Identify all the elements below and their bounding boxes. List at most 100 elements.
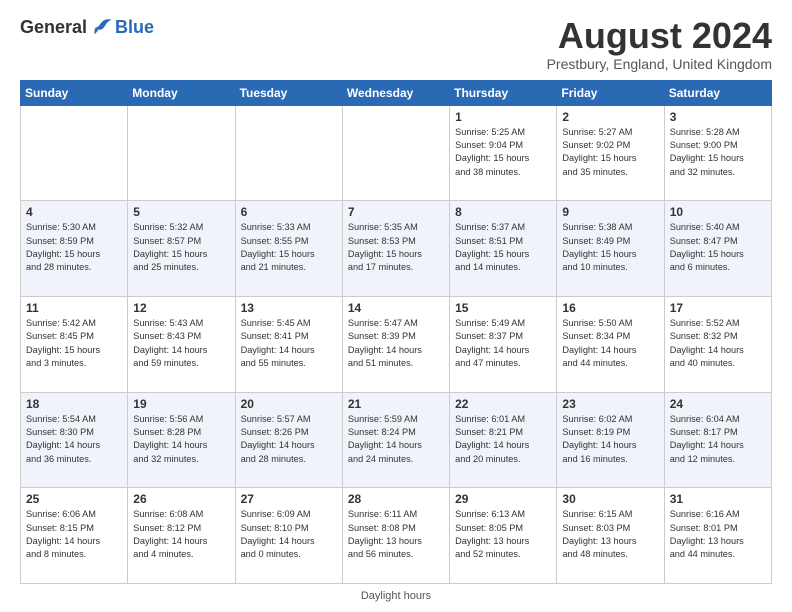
day-number: 30 — [562, 492, 658, 506]
calendar-cell: 4 Sunrise: 5:30 AM Sunset: 8:59 PM Daylig… — [21, 201, 128, 297]
day-of-week-header: Thursday — [450, 80, 557, 105]
day-number: 26 — [133, 492, 229, 506]
logo-blue-text: Blue — [115, 17, 154, 38]
day-info: Sunrise: 5:33 AM Sunset: 8:55 PM Dayligh… — [241, 221, 337, 274]
day-number: 5 — [133, 205, 229, 219]
day-info: Sunrise: 6:09 AM Sunset: 8:10 PM Dayligh… — [241, 508, 337, 561]
day-number: 19 — [133, 397, 229, 411]
day-number: 8 — [455, 205, 551, 219]
calendar-cell: 20 Sunrise: 5:57 AM Sunset: 8:26 PM Dayli… — [235, 392, 342, 488]
day-info: Sunrise: 6:16 AM Sunset: 8:01 PM Dayligh… — [670, 508, 766, 561]
day-number: 14 — [348, 301, 444, 315]
day-number: 9 — [562, 205, 658, 219]
page: General Blue August 2024 Prestbury, Engl… — [0, 0, 792, 612]
day-info: Sunrise: 5:59 AM Sunset: 8:24 PM Dayligh… — [348, 413, 444, 466]
day-number: 15 — [455, 301, 551, 315]
day-info: Sunrise: 5:52 AM Sunset: 8:32 PM Dayligh… — [670, 317, 766, 370]
calendar-cell — [342, 105, 449, 201]
day-number: 31 — [670, 492, 766, 506]
day-info: Sunrise: 5:30 AM Sunset: 8:59 PM Dayligh… — [26, 221, 122, 274]
day-info: Sunrise: 5:47 AM Sunset: 8:39 PM Dayligh… — [348, 317, 444, 370]
day-of-week-header: Friday — [557, 80, 664, 105]
day-info: Sunrise: 6:04 AM Sunset: 8:17 PM Dayligh… — [670, 413, 766, 466]
calendar-cell: 18Sunrise: 5:54 AM Sunset: 8:30 PM Dayli… — [21, 392, 128, 488]
calendar-cell: 15Sunrise: 5:49 AM Sunset: 8:37 PM Dayli… — [450, 296, 557, 392]
day-info: Sunrise: 5:50 AM Sunset: 8:34 PM Dayligh… — [562, 317, 658, 370]
footer: Daylight hours — [20, 590, 772, 602]
calendar-cell: 1 Sunrise: 5:25 AM Sunset: 9:04 PM Daylig… — [450, 105, 557, 201]
calendar-cell: 21 Sunrise: 5:59 AM Sunset: 8:24 PM Dayli… — [342, 392, 449, 488]
calendar-cell: 11Sunrise: 5:42 AM Sunset: 8:45 PM Dayli… — [21, 296, 128, 392]
location: Prestbury, England, United Kingdom — [547, 56, 772, 72]
day-number: 4 — [26, 205, 122, 219]
day-info: Sunrise: 5:42 AM Sunset: 8:45 PM Dayligh… — [26, 317, 122, 370]
calendar-cell: 14 Sunrise: 5:47 AM Sunset: 8:39 PM Dayli… — [342, 296, 449, 392]
day-of-week-header: Wednesday — [342, 80, 449, 105]
day-info: Sunrise: 6:13 AM Sunset: 8:05 PM Dayligh… — [455, 508, 551, 561]
day-info: Sunrise: 5:57 AM Sunset: 8:26 PM Dayligh… — [241, 413, 337, 466]
day-info: Sunrise: 6:01 AM Sunset: 8:21 PM Dayligh… — [455, 413, 551, 466]
day-info: Sunrise: 5:28 AM Sunset: 9:00 PM Dayligh… — [670, 126, 766, 179]
calendar-cell: 27 Sunrise: 6:09 AM Sunset: 8:10 PM Dayli… — [235, 488, 342, 584]
day-info: Sunrise: 6:06 AM Sunset: 8:15 PM Dayligh… — [26, 508, 122, 561]
calendar-cell: 5Sunrise: 5:32 AM Sunset: 8:57 PM Daylig… — [128, 201, 235, 297]
day-info: Sunrise: 5:25 AM Sunset: 9:04 PM Dayligh… — [455, 126, 551, 179]
day-number: 23 — [562, 397, 658, 411]
day-info: Sunrise: 6:08 AM Sunset: 8:12 PM Dayligh… — [133, 508, 229, 561]
month-title: August 2024 — [547, 16, 772, 56]
day-of-week-header: Sunday — [21, 80, 128, 105]
day-number: 22 — [455, 397, 551, 411]
day-info: Sunrise: 5:27 AM Sunset: 9:02 PM Dayligh… — [562, 126, 658, 179]
day-info: Sunrise: 6:02 AM Sunset: 8:19 PM Dayligh… — [562, 413, 658, 466]
header: General Blue August 2024 Prestbury, Engl… — [20, 16, 772, 72]
calendar-cell: 17 Sunrise: 5:52 AM Sunset: 8:32 PM Dayli… — [664, 296, 771, 392]
day-number: 10 — [670, 205, 766, 219]
calendar-cell: 25 Sunrise: 6:06 AM Sunset: 8:15 PM Dayli… — [21, 488, 128, 584]
day-info: Sunrise: 5:54 AM Sunset: 8:30 PM Dayligh… — [26, 413, 122, 466]
day-number: 13 — [241, 301, 337, 315]
calendar-cell: 10Sunrise: 5:40 AM Sunset: 8:47 PM Dayli… — [664, 201, 771, 297]
day-info: Sunrise: 5:56 AM Sunset: 8:28 PM Dayligh… — [133, 413, 229, 466]
day-of-week-header: Monday — [128, 80, 235, 105]
day-number: 2 — [562, 110, 658, 124]
calendar-week-row: 18Sunrise: 5:54 AM Sunset: 8:30 PM Dayli… — [21, 392, 772, 488]
calendar-cell: 31 Sunrise: 6:16 AM Sunset: 8:01 PM Dayli… — [664, 488, 771, 584]
day-number: 29 — [455, 492, 551, 506]
day-number: 3 — [670, 110, 766, 124]
day-info: Sunrise: 5:38 AM Sunset: 8:49 PM Dayligh… — [562, 221, 658, 274]
calendar-header-row: SundayMondayTuesdayWednesdayThursdayFrid… — [21, 80, 772, 105]
calendar-table: SundayMondayTuesdayWednesdayThursdayFrid… — [20, 80, 772, 584]
calendar-cell: 12Sunrise: 5:43 AM Sunset: 8:43 PM Dayli… — [128, 296, 235, 392]
calendar-cell: 26 Sunrise: 6:08 AM Sunset: 8:12 PM Dayli… — [128, 488, 235, 584]
day-of-week-header: Saturday — [664, 80, 771, 105]
day-info: Sunrise: 6:11 AM Sunset: 8:08 PM Dayligh… — [348, 508, 444, 561]
calendar-cell: 29 Sunrise: 6:13 AM Sunset: 8:05 PM Dayli… — [450, 488, 557, 584]
day-number: 27 — [241, 492, 337, 506]
calendar-cell — [235, 105, 342, 201]
day-number: 12 — [133, 301, 229, 315]
calendar-cell: 8Sunrise: 5:37 AM Sunset: 8:51 PM Daylig… — [450, 201, 557, 297]
day-number: 16 — [562, 301, 658, 315]
calendar-week-row: 1 Sunrise: 5:25 AM Sunset: 9:04 PM Daylig… — [21, 105, 772, 201]
calendar-cell — [128, 105, 235, 201]
day-number: 1 — [455, 110, 551, 124]
calendar-week-row: 11Sunrise: 5:42 AM Sunset: 8:45 PM Dayli… — [21, 296, 772, 392]
calendar-cell: 6Sunrise: 5:33 AM Sunset: 8:55 PM Daylig… — [235, 201, 342, 297]
day-number: 28 — [348, 492, 444, 506]
calendar-cell: 7Sunrise: 5:35 AM Sunset: 8:53 PM Daylig… — [342, 201, 449, 297]
calendar-cell: 2 Sunrise: 5:27 AM Sunset: 9:02 PM Daylig… — [557, 105, 664, 201]
calendar-cell: 28 Sunrise: 6:11 AM Sunset: 8:08 PM Dayli… — [342, 488, 449, 584]
logo: General Blue — [20, 16, 154, 38]
logo-bird-icon — [91, 16, 113, 38]
title-section: August 2024 Prestbury, England, United K… — [547, 16, 772, 72]
calendar-cell: 9 Sunrise: 5:38 AM Sunset: 8:49 PM Daylig… — [557, 201, 664, 297]
day-number: 17 — [670, 301, 766, 315]
day-number: 21 — [348, 397, 444, 411]
day-number: 20 — [241, 397, 337, 411]
day-info: Sunrise: 5:35 AM Sunset: 8:53 PM Dayligh… — [348, 221, 444, 274]
day-number: 25 — [26, 492, 122, 506]
calendar-cell — [21, 105, 128, 201]
calendar-week-row: 4 Sunrise: 5:30 AM Sunset: 8:59 PM Daylig… — [21, 201, 772, 297]
day-of-week-header: Tuesday — [235, 80, 342, 105]
calendar-cell: 22 Sunrise: 6:01 AM Sunset: 8:21 PM Dayli… — [450, 392, 557, 488]
